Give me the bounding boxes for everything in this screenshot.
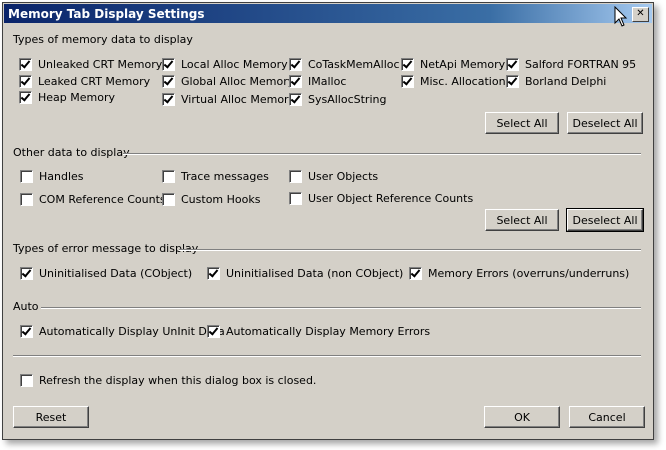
- checkbox-borland-delphi[interactable]: Borland Delphi: [506, 75, 606, 88]
- checkbox-cotaskmemalloc[interactable]: CoTaskMemAlloc: [289, 58, 400, 71]
- checkbox-user-object-ref-counts[interactable]: User Object Reference Counts: [289, 192, 473, 205]
- checkbox-label: Leaked CRT Memory: [38, 75, 151, 88]
- checkbox-label: Global Alloc Memory: [181, 75, 295, 88]
- checkbox-salford-fortran[interactable]: Salford FORTRAN 95: [506, 58, 636, 71]
- checkbox-uninit-cobject[interactable]: Uninitialised Data (CObject): [20, 267, 192, 280]
- ok-button[interactable]: OK: [484, 406, 560, 428]
- memory-tab-settings-dialog: Memory Tab Display Settings ✕ Types of m…: [2, 2, 654, 440]
- dialog-title: Memory Tab Display Settings: [8, 6, 205, 21]
- checkbox-box[interactable]: [20, 193, 33, 206]
- checkbox-box[interactable]: [207, 325, 220, 338]
- checkbox-unleaked-crt[interactable]: Unleaked CRT Memory: [19, 58, 162, 71]
- checkbox-box[interactable]: [289, 93, 302, 106]
- close-button[interactable]: ✕: [632, 7, 649, 22]
- checkbox-box[interactable]: [401, 58, 414, 71]
- checkbox-auto-memory-errors[interactable]: Automatically Display Memory Errors: [207, 325, 430, 338]
- checkbox-box[interactable]: [409, 267, 422, 280]
- checkbox-box[interactable]: [289, 170, 302, 183]
- section-divider: [179, 249, 641, 251]
- checkbox-label: COM Reference Counts: [39, 193, 166, 206]
- memory-select-all-button[interactable]: Select All: [485, 112, 559, 134]
- dialog-titlebar[interactable]: Memory Tab Display Settings ✕: [4, 4, 652, 23]
- checkbox-box[interactable]: [162, 58, 175, 71]
- checkbox-label: Misc. Allocations: [420, 75, 512, 88]
- checkbox-com-reference-counts[interactable]: COM Reference Counts: [20, 193, 166, 206]
- checkbox-label: Local Alloc Memory: [181, 58, 288, 71]
- checkbox-label: Heap Memory: [38, 91, 115, 104]
- checkbox-box[interactable]: [289, 75, 302, 88]
- section-divider: [123, 153, 641, 155]
- checkbox-heap-memory[interactable]: Heap Memory: [19, 91, 115, 104]
- checkbox-virtual-alloc[interactable]: Virtual Alloc Memory: [162, 93, 295, 106]
- checkbox-uninit-non-cobject[interactable]: Uninitialised Data (non CObject): [207, 267, 403, 280]
- checkbox-box[interactable]: [19, 58, 32, 71]
- memory-deselect-all-button[interactable]: Deselect All: [567, 112, 643, 134]
- checkbox-misc-allocations[interactable]: Misc. Allocations: [401, 75, 511, 88]
- checkbox-label: Unleaked CRT Memory: [38, 58, 163, 71]
- checkbox-auto-uninit[interactable]: Automatically Display UnInit Data: [20, 325, 225, 338]
- checkbox-netapi-memory[interactable]: NetApi Memory: [401, 58, 505, 71]
- checkbox-box[interactable]: [162, 170, 175, 183]
- checkbox-refresh-on-close[interactable]: Refresh the display when this dialog box…: [20, 374, 316, 387]
- checkbox-box[interactable]: [162, 75, 175, 88]
- checkbox-leaked-crt[interactable]: Leaked CRT Memory: [19, 75, 150, 88]
- checkbox-label: User Object Reference Counts: [308, 192, 474, 205]
- checkbox-sysallocstring[interactable]: SysAllocString: [289, 93, 386, 106]
- checkbox-box[interactable]: [162, 193, 175, 206]
- checkbox-box[interactable]: [289, 58, 302, 71]
- checkbox-box[interactable]: [207, 267, 220, 280]
- other-deselect-all-button[interactable]: Deselect All: [566, 208, 644, 232]
- checkbox-trace-messages[interactable]: Trace messages: [162, 170, 269, 183]
- checkbox-label: Uninitialised Data (CObject): [39, 267, 193, 280]
- checkbox-label: Automatically Display UnInit Data: [39, 325, 225, 338]
- checkbox-local-alloc[interactable]: Local Alloc Memory: [162, 58, 288, 71]
- checkbox-label: NetApi Memory: [420, 58, 506, 71]
- checkbox-box[interactable]: [20, 325, 33, 338]
- checkbox-custom-hooks[interactable]: Custom Hooks: [162, 193, 260, 206]
- error-types-title: Types of error message to display: [13, 242, 199, 255]
- checkbox-box[interactable]: [20, 267, 33, 280]
- cancel-button[interactable]: Cancel: [569, 406, 645, 428]
- other-data-title: Other data to display: [13, 146, 130, 159]
- other-select-all-button[interactable]: Select All: [485, 209, 559, 231]
- checkbox-box[interactable]: [162, 93, 175, 106]
- checkbox-box[interactable]: [20, 170, 33, 183]
- checkbox-box[interactable]: [506, 58, 519, 71]
- memory-types-title: Types of memory data to display: [13, 33, 193, 46]
- checkbox-box[interactable]: [506, 75, 519, 88]
- checkbox-label: CoTaskMemAlloc: [308, 58, 400, 71]
- close-icon: ✕: [636, 8, 645, 19]
- checkbox-label: Salford FORTRAN 95: [525, 58, 637, 71]
- checkbox-label: Virtual Alloc Memory: [181, 93, 296, 106]
- checkbox-box[interactable]: [289, 192, 302, 205]
- checkbox-label: Uninitialised Data (non CObject): [226, 267, 404, 280]
- checkbox-label: SysAllocString: [308, 93, 387, 106]
- checkbox-label: User Objects: [308, 170, 379, 183]
- checkbox-imalloc[interactable]: IMalloc: [289, 75, 346, 88]
- checkbox-label: Borland Delphi: [525, 75, 607, 88]
- checkbox-handles[interactable]: Handles: [20, 170, 84, 183]
- checkbox-box[interactable]: [401, 75, 414, 88]
- reset-button[interactable]: Reset: [13, 406, 89, 428]
- checkbox-memory-errors[interactable]: Memory Errors (overruns/underruns): [409, 267, 629, 280]
- checkbox-box[interactable]: [19, 91, 32, 104]
- checkbox-label: IMalloc: [308, 75, 347, 88]
- section-divider: [41, 307, 641, 309]
- checkbox-global-alloc[interactable]: Global Alloc Memory: [162, 75, 294, 88]
- checkbox-label: Handles: [39, 170, 84, 183]
- mouse-pointer-icon: [614, 6, 628, 27]
- checkbox-user-objects[interactable]: User Objects: [289, 170, 378, 183]
- checkbox-label: Trace messages: [181, 170, 269, 183]
- section-divider: [13, 355, 641, 357]
- checkbox-label: Refresh the display when this dialog box…: [39, 374, 317, 387]
- auto-title: Auto: [13, 300, 39, 313]
- checkbox-label: Custom Hooks: [181, 193, 261, 206]
- checkbox-label: Memory Errors (overruns/underruns): [428, 267, 630, 280]
- checkbox-box[interactable]: [19, 75, 32, 88]
- checkbox-label: Automatically Display Memory Errors: [226, 325, 431, 338]
- checkbox-box[interactable]: [20, 374, 33, 387]
